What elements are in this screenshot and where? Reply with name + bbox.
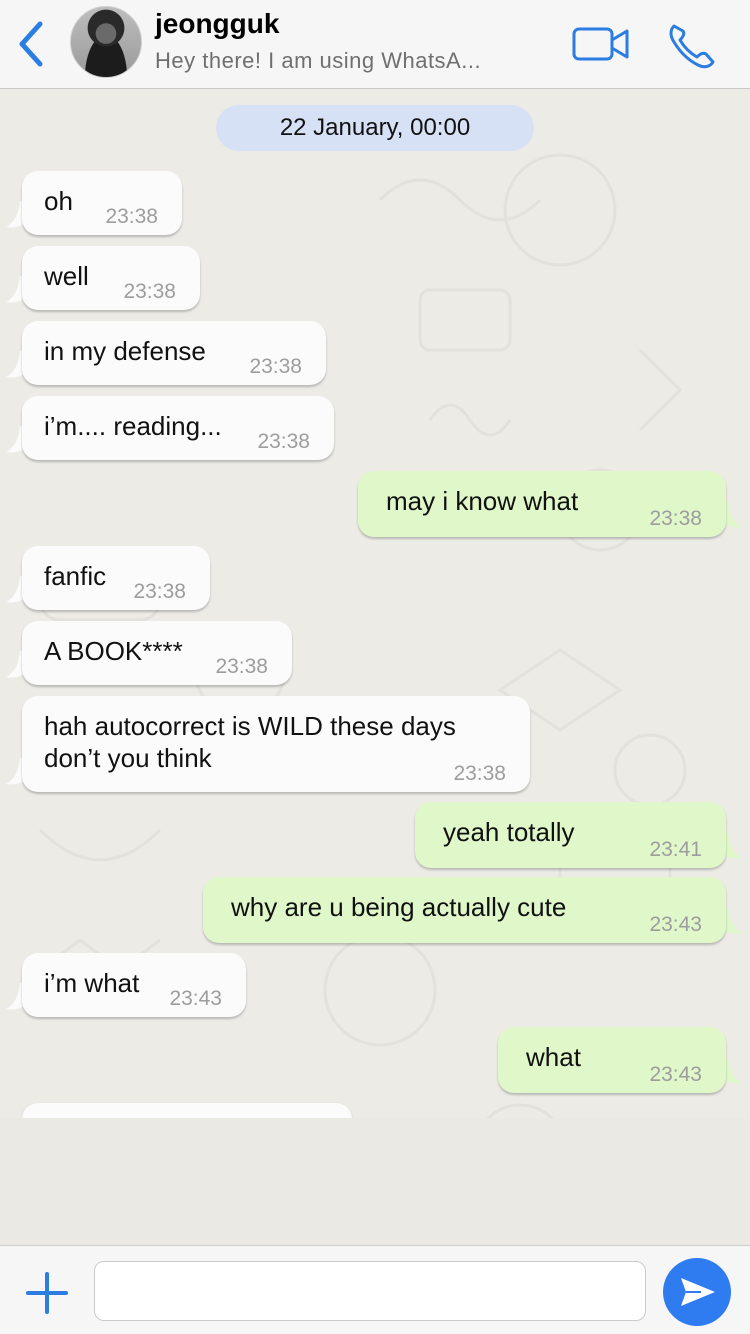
message-time: 23:38 xyxy=(649,507,702,530)
message-text: fanfic xyxy=(44,561,107,591)
chat-header: jeongguk Hey there! I am using WhatsA... xyxy=(0,0,750,89)
message-text: i’m.... reading... xyxy=(44,411,222,441)
message-time: 23:43 xyxy=(169,987,222,1010)
input-bar xyxy=(0,1245,750,1334)
contact-status[interactable]: Hey there! I am using WhatsA... xyxy=(155,48,481,74)
chevron-left-icon xyxy=(19,21,43,67)
message-text: i’m what xyxy=(44,968,140,998)
attach-button[interactable] xyxy=(24,1270,70,1316)
message-text: yeah totally xyxy=(443,817,575,847)
message-time: 23:38 xyxy=(453,762,506,785)
plus-icon xyxy=(26,1272,68,1314)
message-text: A BOOK**** xyxy=(44,636,183,666)
message-time: 23:38 xyxy=(215,655,268,678)
contact-avatar[interactable] xyxy=(70,6,142,78)
send-button[interactable] xyxy=(663,1258,731,1326)
voice-call-button[interactable] xyxy=(666,20,718,70)
back-button[interactable] xyxy=(12,18,52,70)
message-input[interactable] xyxy=(94,1261,646,1321)
message-text: may i know what xyxy=(386,486,579,516)
send-icon xyxy=(681,1278,715,1306)
message-text: what xyxy=(526,1042,581,1072)
video-call-button[interactable] xyxy=(572,26,630,62)
contact-name[interactable]: jeongguk xyxy=(155,8,279,40)
message-time: 23:41 xyxy=(649,838,702,861)
message-text: hah autocorrect is WILD these days don’t… xyxy=(44,711,456,773)
video-camera-icon xyxy=(572,27,629,61)
date-separator: 22 January, 00:00 xyxy=(216,105,534,151)
message-time: 23:38 xyxy=(249,355,302,378)
message-text: why are u being actually cute xyxy=(231,892,567,922)
message-time: 23:38 xyxy=(133,580,186,603)
message-time: 23:43 xyxy=(649,1063,702,1086)
chat-area[interactable]: 22 January, 00:00 oh 23:38 well 23:38 in… xyxy=(0,90,750,1245)
message-time: 23:38 xyxy=(105,205,158,228)
message-text: well xyxy=(44,261,89,291)
phone-icon xyxy=(669,24,715,69)
message-text: in my defense xyxy=(44,336,206,366)
message-time: 23:43 xyxy=(649,913,702,936)
message-time: 23:38 xyxy=(257,430,310,453)
chat-bottom-fade xyxy=(0,1118,750,1245)
message-text: oh xyxy=(44,186,73,216)
message-time: 23:38 xyxy=(123,280,176,303)
